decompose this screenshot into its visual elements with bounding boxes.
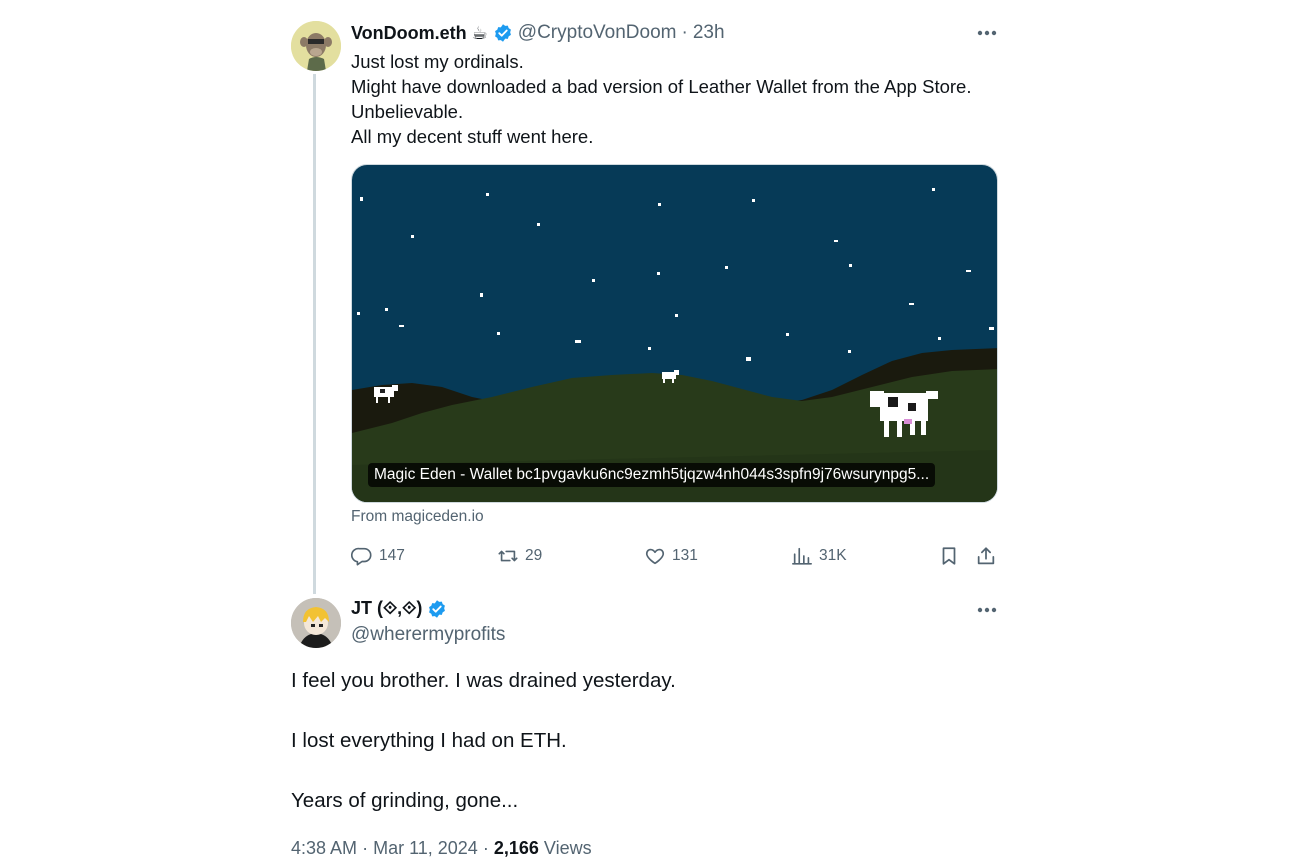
thread-connector-line <box>313 74 316 594</box>
card-title: Magic Eden - Wallet bc1pvgavku6nc9ezmh5t… <box>368 463 936 487</box>
reply-paragraph: I lost everything I had on ETH. <box>291 729 567 752</box>
tweet-time[interactable]: 23h <box>693 22 725 44</box>
meta-dot: · <box>362 838 369 858</box>
more-dots-icon <box>977 607 997 613</box>
like-count: 131 <box>672 547 698 564</box>
reply-button[interactable]: 147 <box>351 545 405 567</box>
reply-view-count: 2,166 <box>493 838 539 858</box>
author-handle[interactable]: @CryptoVonDoom <box>518 22 677 44</box>
coffee-emoji: ☕ <box>471 22 488 43</box>
tweet-line: Might have downloaded a bad version of L… <box>351 76 972 97</box>
repost-icon <box>498 550 518 562</box>
share-icon <box>977 547 995 565</box>
bookmark-icon <box>942 547 956 565</box>
more-options-button[interactable] <box>975 22 999 44</box>
reply-views-label: Views <box>543 838 592 858</box>
more-dots-icon <box>977 30 997 36</box>
tweet-header: VonDoom.eth ☕ @CryptoVonDoom · 23h <box>351 21 725 45</box>
like-button[interactable]: 131 <box>644 545 698 567</box>
reply-count: 147 <box>379 547 405 564</box>
reply-paragraph: Years of grinding, gone... <box>291 789 519 812</box>
reply-icon <box>351 547 372 566</box>
heart-icon <box>645 548 665 565</box>
author-avatar[interactable] <box>291 21 341 71</box>
reply-time[interactable]: 4:38 AM <box>291 838 357 858</box>
verified-badge-icon[interactable] <box>427 599 447 619</box>
reply-more-options-button[interactable] <box>975 599 999 621</box>
blonde-character-avatar-icon <box>291 598 341 648</box>
tweet-text: Just lost my ordinals. Might have downlo… <box>351 49 1011 149</box>
separator-dot: · <box>681 22 688 43</box>
analytics-icon <box>792 547 812 565</box>
night-sky-cow-image <box>352 165 997 502</box>
repost-count: 29 <box>525 547 543 564</box>
reply-metadata: 4:38 AM · Mar 11, 2024 · 2,166 Views <box>291 838 592 859</box>
reply-author-avatar[interactable] <box>291 598 341 648</box>
repost-button[interactable]: 29 <box>497 545 542 567</box>
tweet-line: Just lost my ordinals. <box>351 51 524 72</box>
author-name[interactable]: VonDoom.eth <box>351 23 467 44</box>
views-button[interactable]: 31K <box>791 545 847 567</box>
share-button[interactable] <box>975 545 997 567</box>
card-source[interactable]: From magiceden.io <box>351 508 484 526</box>
bookmark-button[interactable] <box>938 545 960 567</box>
reply-author-name[interactable]: JT (⟐,⟐) <box>351 598 422 619</box>
tweet-line: Unbelievable. <box>351 101 464 122</box>
reply-author-handle[interactable]: @wherermyprofits <box>351 624 505 646</box>
ape-avatar-icon <box>291 21 341 71</box>
reply-date[interactable]: Mar 11, 2024 <box>373 838 478 858</box>
link-preview-card[interactable]: Magic Eden - Wallet bc1pvgavku6nc9ezmh5t… <box>351 164 998 503</box>
reply-header: JT (⟐,⟐) <box>351 598 447 619</box>
meta-dot: · <box>482 838 489 858</box>
reply-paragraph: I feel you brother. I was drained yester… <box>291 669 676 692</box>
view-count: 31K <box>819 547 847 564</box>
verified-badge-icon[interactable] <box>493 23 513 43</box>
tweet-line: All my decent stuff went here. <box>351 126 594 147</box>
